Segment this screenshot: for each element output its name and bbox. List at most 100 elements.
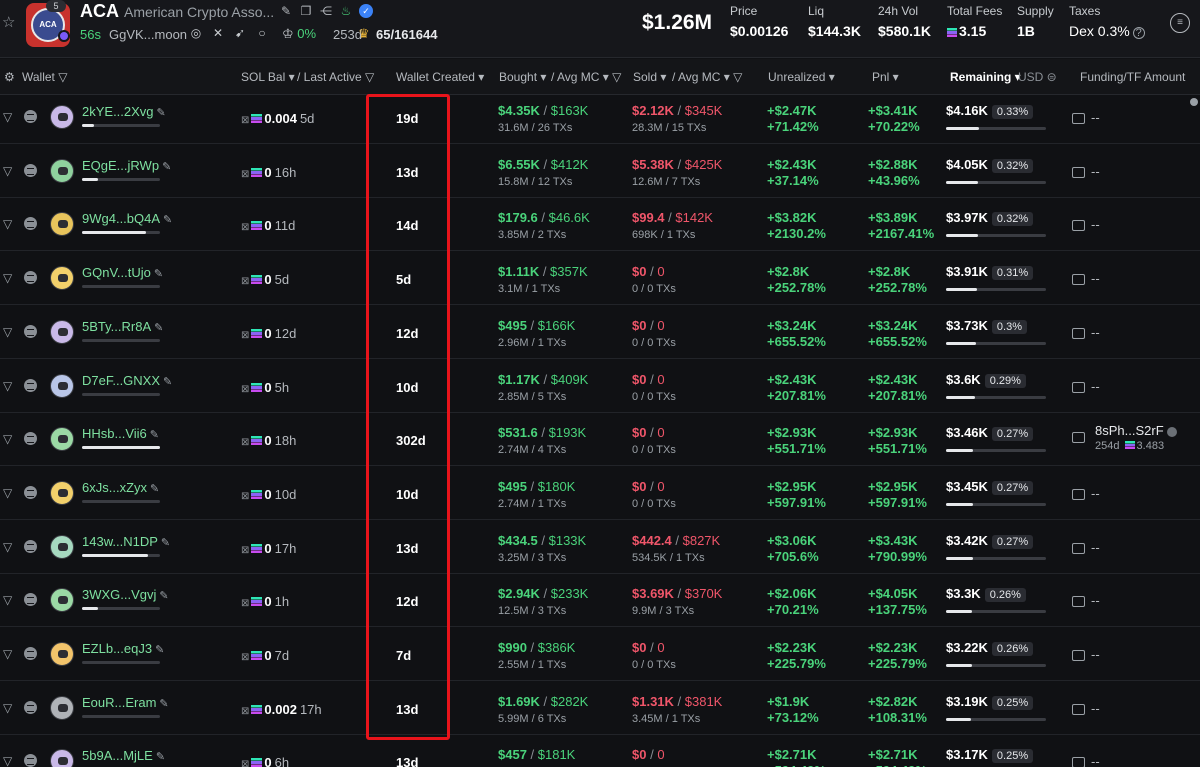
filter-icon[interactable]: ▽ [3, 217, 12, 231]
edit-icon[interactable]: ✎ [163, 376, 172, 388]
wallet-address[interactable]: 9Wg4...bQ4A ✎ [82, 211, 172, 226]
col-wallet-created[interactable]: Wallet Created ▾ [396, 70, 484, 84]
wallet-address[interactable]: 143w...N1DP ✎ [82, 534, 170, 549]
edit-icon[interactable]: ✎ [150, 429, 159, 441]
menu-icon[interactable] [24, 217, 37, 231]
menu-icon[interactable] [24, 378, 37, 392]
verified-icon[interactable]: ✓ [359, 4, 373, 18]
x-icon[interactable]: ✕ [211, 26, 225, 40]
share-icon[interactable]: ⋲ [319, 4, 333, 18]
menu-icon[interactable] [24, 700, 37, 714]
edit-icon[interactable]: ✎ [154, 322, 163, 334]
edit-icon[interactable]: ✎ [161, 537, 170, 549]
alarm-icon[interactable]: ≡ [1170, 13, 1190, 33]
filter-icon[interactable]: ▽ [3, 271, 12, 285]
col-usd-toggle[interactable]: USD ⊜ [1018, 70, 1057, 84]
unrealized-pct: +37.14% [767, 172, 819, 188]
menu-icon[interactable] [24, 754, 37, 767]
menu-icon[interactable] [24, 163, 37, 177]
scrollbar[interactable] [1190, 92, 1200, 112]
table-row[interactable]: ▽ 2kYE...2Xvg ✎ ⊠ 0.004 5d 19d $4.35K / $16… [0, 96, 1200, 144]
menu-icon[interactable] [24, 271, 37, 285]
edit-icon[interactable]: ✎ [162, 161, 171, 173]
edit-icon[interactable]: ✎ [159, 698, 168, 710]
filter-icon[interactable]: ▽ [3, 754, 12, 767]
col-pnl[interactable]: Pnl ▾ [872, 70, 899, 84]
col-sol-bal[interactable]: SOL Bal ▾ [241, 70, 295, 84]
edit-icon[interactable]: ✎ [157, 107, 166, 119]
edit-icon[interactable]: ✎ [155, 644, 164, 656]
wallet-address[interactable]: GQnV...tUjo ✎ [82, 265, 163, 280]
table-row[interactable]: ▽ 5b9A...MjLE✎ ⊠06h 13d $457 / $181K 2.5… [0, 734, 1200, 767]
table-row[interactable]: ▽ D7eF...GNXX ✎ ⊠ 0 5h 10d $1.17K / $409K 2… [0, 359, 1200, 413]
edit-icon[interactable]: ✎ [279, 4, 293, 18]
wallet-address[interactable]: EouR...Eram ✎ [82, 695, 169, 710]
wallet-address[interactable]: 5b9A...MjLE ✎ [82, 748, 165, 763]
table-row[interactable]: ▽ 143w...N1DP ✎ ⊠ 0 17h 13d $434.5 / $133K … [0, 520, 1200, 574]
col-unrealized[interactable]: Unrealized ▾ [768, 70, 835, 84]
col-bought-avg[interactable]: / Avg MC ▾ ▽ [551, 70, 621, 84]
col-funding[interactable]: Funding/TF Amount [1080, 70, 1185, 84]
telegram-icon[interactable]: ➹ [233, 26, 247, 40]
help-icon[interactable]: ? [1132, 27, 1145, 39]
table-row[interactable]: ▽ GQnV...tUjo ✎ ⊠ 0 5d 5d $1.11K / $357K 3.… [0, 251, 1200, 306]
filter-icon[interactable]: ▽ [3, 647, 12, 661]
table-row[interactable]: ▽ EQgE...jRWp ✎ ⊠ 0 16h 13d $6.55K / $412K … [0, 144, 1200, 198]
menu-icon[interactable] [24, 593, 37, 607]
table-row[interactable]: ▽ EZLb...eqJ3 ✎ ⊠ 0 7d 7d $990 / $386K 2.55… [0, 627, 1200, 681]
wallet-address[interactable]: EZLb...eqJ3 ✎ [82, 641, 164, 656]
wallet-address[interactable]: 6xJs...xZyx ✎ [82, 480, 159, 495]
settings-icon[interactable]: ⚙ [4, 70, 15, 84]
col-sold-avg[interactable]: / Avg MC ▾ ▽ [672, 70, 742, 84]
menu-icon[interactable] [24, 432, 37, 446]
star-icon[interactable]: ☆ [2, 13, 20, 31]
wallet-address[interactable]: 5BTy...Rr8A ✎ [82, 319, 163, 334]
unrealized-usd: +$2.43K [767, 371, 817, 387]
filter-icon[interactable]: ▽ [3, 486, 12, 500]
edit-icon[interactable]: ✎ [163, 214, 172, 226]
globe-icon[interactable]: ◎ [189, 26, 203, 40]
wallet-address[interactable]: 3WXG...Vgvj ✎ [82, 587, 169, 602]
filter-icon[interactable]: ▽ [3, 379, 12, 393]
col-sold[interactable]: Sold ▾ [633, 70, 666, 84]
menu-icon[interactable] [24, 647, 37, 660]
edit-icon[interactable]: ✎ [159, 590, 168, 602]
wallet-address[interactable]: D7eF...GNXX ✎ [82, 373, 172, 388]
col-remaining[interactable]: Remaining ▾ [950, 70, 1021, 84]
wallet-balance-fill [82, 231, 146, 235]
col-last-active[interactable]: / Last Active ▽ [297, 70, 374, 84]
token-address[interactable]: GgVK...moon [109, 27, 187, 42]
chef-icon[interactable]: ♨ [339, 4, 353, 18]
filter-icon[interactable]: ▽ [3, 164, 12, 178]
filter-icon[interactable]: ▽ [3, 110, 12, 124]
edit-icon[interactable]: ✎ [150, 483, 159, 495]
copy-icon[interactable]: ❐ [299, 4, 313, 18]
wallet-address[interactable]: EQgE...jRWp ✎ [82, 158, 171, 173]
filter-icon[interactable]: ▽ [3, 325, 12, 339]
wallet-address[interactable]: 2kYE...2Xvg ✎ [82, 104, 166, 119]
edit-icon[interactable]: ✎ [154, 268, 163, 280]
edit-icon[interactable]: ✎ [156, 751, 165, 763]
copy-icon[interactable] [1166, 426, 1177, 437]
col-wallet[interactable]: Wallet ▽ [22, 70, 67, 84]
table-row[interactable]: ▽ EouR...Eram ✎ ⊠ 0.002 17h 13d $1.69K / $2… [0, 681, 1200, 735]
search-icon[interactable]: ○ [255, 26, 269, 40]
table-row[interactable]: ▽ 3WXG...Vgvj ✎ ⊠ 0 1h 12d $2.94K / $233K 1… [0, 573, 1200, 628]
filter-icon[interactable]: ▽ [3, 593, 12, 607]
menu-icon[interactable] [24, 539, 37, 553]
table-row[interactable]: ▽ HHsb...Vii6 ✎ ⊠ 0 18h 302d $531.6 / $193K… [0, 412, 1200, 467]
menu-icon[interactable] [24, 324, 37, 338]
funding-wallet[interactable]: 8sPh...S2rF [1095, 423, 1177, 438]
menu-icon[interactable] [24, 485, 37, 499]
filter-icon[interactable]: ▽ [3, 701, 12, 715]
col-bought[interactable]: Bought ▾ [499, 70, 546, 84]
table-row[interactable]: ▽ 9Wg4...bQ4A ✎ ⊠ 0 11d 14d $179.6 / $46.6K… [0, 197, 1200, 252]
filter-icon[interactable]: ▽ [3, 540, 12, 554]
menu-icon[interactable] [24, 110, 37, 123]
table-row[interactable]: ▽ 5BTy...Rr8A ✎ ⊠ 0 12d 12d $495 / $166K 2.… [0, 305, 1200, 359]
sold-value: $2.12K [632, 103, 674, 118]
table-row[interactable]: ▽ 6xJs...xZyx ✎ ⊠ 0 10d 10d $495 / $180K 2.… [0, 466, 1200, 520]
unrealized-usd: +$2.8K [767, 264, 810, 280]
filter-icon[interactable]: ▽ [3, 432, 12, 446]
wallet-address[interactable]: HHsb...Vii6 ✎ [82, 426, 159, 441]
